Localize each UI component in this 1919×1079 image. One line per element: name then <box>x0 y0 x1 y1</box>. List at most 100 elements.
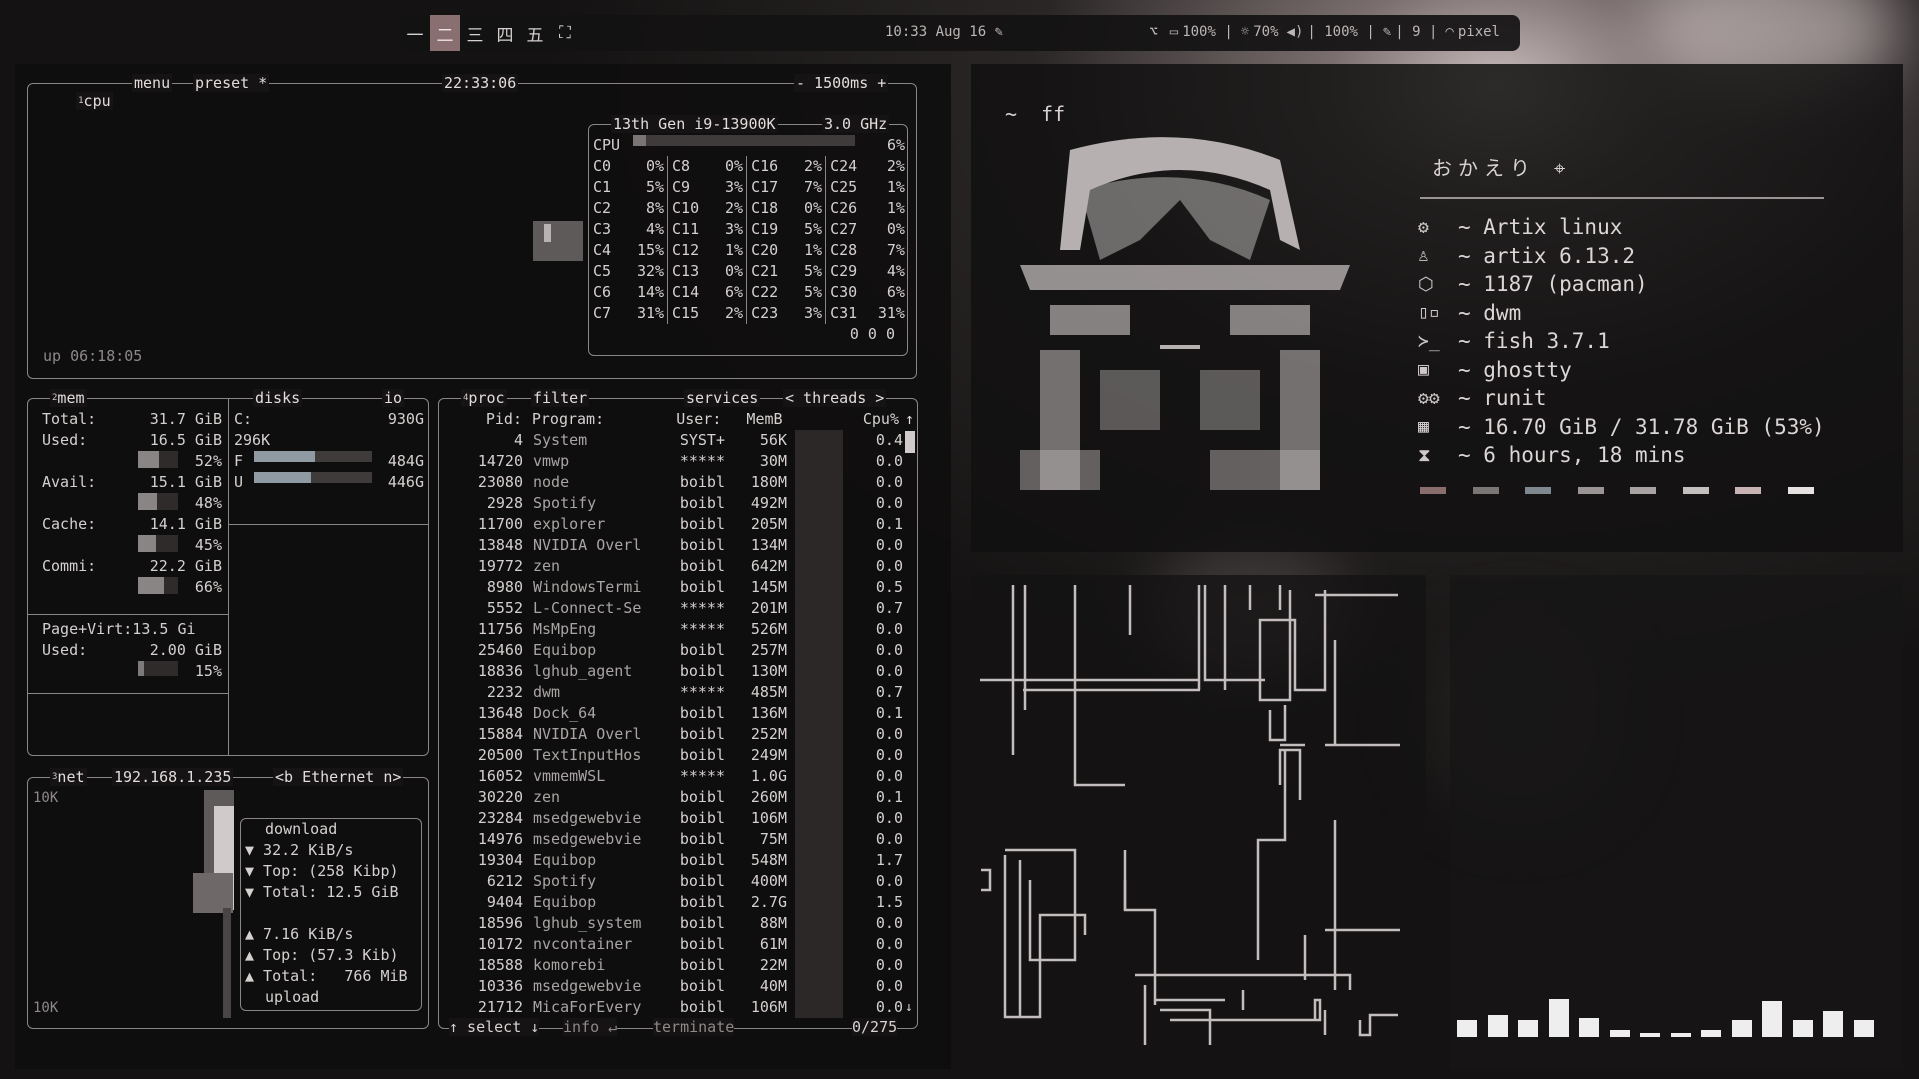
process-cpu: 0.0 <box>875 641 903 659</box>
cpu-core-row: C4 15% C12 1% C20 1% C28 7% <box>593 240 905 261</box>
info-button[interactable]: info ↵ <box>563 1017 618 1038</box>
process-row[interactable]: 4 System SYST+ 56K 0.4 <box>447 430 913 451</box>
process-cpu: 0.0 <box>875 536 903 554</box>
process-row[interactable]: 16052 vmmemWSL ***** 1.0G 0.0 <box>447 766 913 787</box>
net-box: 3net 192.168.1.235 <b Ethernet n> 10K 10… <box>27 768 429 1029</box>
workspace-5[interactable]: 五 <box>520 15 550 51</box>
mem-item-label: Cache: <box>42 515 97 533</box>
process-row[interactable]: 21712 MicaForEvery boibl 106M 0.0 <box>447 997 913 1018</box>
status-item[interactable]: ⌥ <box>1149 24 1161 40</box>
visualizer-bar <box>1579 1017 1599 1037</box>
status-item[interactable]: ◠ pixel <box>1445 24 1500 40</box>
mem-header[interactable]: MemB <box>721 409 782 430</box>
process-program: L-Connect-Se <box>533 599 642 617</box>
process-user: boibl <box>679 872 725 890</box>
core-usage: 3% <box>712 219 748 240</box>
process-row[interactable]: 11756 MsMpEng ***** 526M 0.0 <box>447 619 913 640</box>
process-row[interactable]: 20500 TextInputHos boibl 249M 0.0 <box>447 745 913 766</box>
process-row[interactable]: 15884 NVIDIA Overl boibl 252M 0.0 <box>447 724 913 745</box>
program-header[interactable]: Program: <box>532 409 650 430</box>
update-interval[interactable]: - 1500ms + <box>794 74 889 92</box>
net-stat-line: ▼ Top: (258 Kibp) <box>245 862 399 880</box>
status-item[interactable]: ✎ | 9 | <box>1383 24 1438 40</box>
workspace-4[interactable]: 四 <box>490 15 520 51</box>
page-virt-bar <box>138 661 178 676</box>
net-stat-line: ▲ Total: 766 MiB <box>245 967 408 985</box>
process-cpu: 0.0 <box>875 662 903 680</box>
disks-list: C: 930G 296K F 484G U 446G <box>234 409 424 493</box>
menu-button[interactable]: menu <box>132 74 173 92</box>
pid-header[interactable]: Pid: <box>447 409 522 430</box>
process-pid: 11700 <box>477 515 523 533</box>
net-stat-line: ▼ Total: 12.5 GiB <box>245 883 399 901</box>
process-row[interactable]: 8980 WindowsTermi boibl 145M 0.5 <box>447 577 913 598</box>
process-user: boibl <box>679 725 725 743</box>
process-user: SYST+ <box>679 431 725 449</box>
io-toggle[interactable]: io <box>382 389 405 407</box>
workspace-1[interactable]: 一 <box>400 15 430 51</box>
process-pid: 14720 <box>477 452 523 470</box>
process-row[interactable]: 18836 lghub_agent boibl 130M 0.0 <box>447 661 913 682</box>
process-user: boibl <box>679 746 725 764</box>
disk-c-label: C: <box>234 410 253 428</box>
status-item[interactable]: ◀) | 100% | <box>1287 24 1375 40</box>
process-program: NVIDIA Overl <box>533 536 642 554</box>
process-row[interactable]: 30220 zen boibl 260M 0.1 <box>447 787 913 808</box>
process-mem: 485M <box>750 683 787 701</box>
process-mem: 252M <box>750 725 787 743</box>
workspace-2[interactable]: 二 <box>430 15 460 51</box>
threads-toggle[interactable]: < threads > <box>783 389 887 407</box>
scroll-down-arrow[interactable]: ↓ <box>905 997 913 1018</box>
process-row[interactable]: 14720 vmwp ***** 30M 0.0 <box>447 451 913 472</box>
mem-item-pct: 45% <box>194 536 222 554</box>
upload-graph <box>223 908 231 1018</box>
status-item[interactable]: ☼ 70% <box>1241 24 1279 40</box>
process-row[interactable]: 2928 Spotify boibl 492M 0.0 <box>447 493 913 514</box>
system-info-text: ~ 6 hours, 18 mins <box>1458 443 1686 468</box>
process-row[interactable]: 18596 lghub_system boibl 88M 0.0 <box>447 913 913 934</box>
process-cpu: 0.0 <box>875 935 903 953</box>
interface-selector[interactable]: <b Ethernet n> <box>273 768 404 786</box>
process-row[interactable]: 13848 NVIDIA Overl boibl 134M 0.0 <box>447 535 913 556</box>
process-cpu: 0.7 <box>875 599 903 617</box>
process-row[interactable]: 18588 komorebi boibl 22M 0.0 <box>447 955 913 976</box>
core-label: C26 <box>830 199 858 217</box>
process-scrollbar[interactable] <box>905 431 915 453</box>
visualizer-bar <box>1853 1020 1874 1037</box>
select-button[interactable]: ↑ select ↓ <box>449 1017 540 1038</box>
mem-item-bar <box>138 493 178 510</box>
user-header[interactable]: User: <box>650 409 721 430</box>
process-row[interactable]: 23284 msedgewebvie boibl 106M 0.0 <box>447 808 913 829</box>
cpu-header[interactable]: Cpu% <box>840 409 899 430</box>
process-program: vmwp <box>533 452 570 470</box>
process-program: nvcontainer <box>533 935 633 953</box>
workspace-6[interactable]: ⛶ <box>550 15 580 51</box>
process-row[interactable]: 10336 msedgewebvie boibl 40M 0.0 <box>447 976 913 997</box>
status-item[interactable]: ▭ 100% | <box>1170 24 1233 40</box>
process-row[interactable]: 5552 L-Connect-Se ***** 201M 0.7 <box>447 598 913 619</box>
filter-button[interactable]: filter <box>531 389 590 407</box>
process-cpu-graph <box>795 682 843 703</box>
process-row[interactable]: 11700 explorer boibl 205M 0.1 <box>447 514 913 535</box>
process-row[interactable]: 14976 msedgewebvie boibl 75M 0.0 <box>447 829 913 850</box>
process-row[interactable]: 25460 Equibop boibl 257M 0.0 <box>447 640 913 661</box>
color-swatch <box>1787 487 1814 494</box>
process-pid: 10172 <box>477 935 523 953</box>
workspace-3[interactable]: 三 <box>460 15 490 51</box>
system-info-text: ~ Artix linux <box>1458 215 1623 240</box>
core-usage: 2% <box>791 156 827 177</box>
process-row[interactable]: 23080 node boibl 180M 0.0 <box>447 472 913 493</box>
process-row[interactable]: 6212 Spotify boibl 400M 0.0 <box>447 871 913 892</box>
process-table: Pid: Program: User: MemB Cpu% ↑ 4 System S… <box>447 409 914 1018</box>
status-text: 70% <box>1253 24 1279 40</box>
preset-button[interactable]: preset * <box>193 74 270 92</box>
process-row[interactable]: 9404 Equibop boibl 2.7G 1.5 <box>447 892 913 913</box>
process-row[interactable]: 2232 dwm ***** 485M 0.7 <box>447 682 913 703</box>
core-usage: 7% <box>791 177 827 198</box>
process-row[interactable]: 13648 Dock_64 boibl 136M 0.1 <box>447 703 913 724</box>
terminate-button[interactable]: terminate <box>653 1017 735 1038</box>
process-row[interactable]: 19304 Equibop boibl 548M 1.7 <box>447 850 913 871</box>
process-row[interactable]: 19772 zen boibl 642M 0.0 <box>447 556 913 577</box>
process-row[interactable]: 10172 nvcontainer boibl 61M 0.0 <box>447 934 913 955</box>
services-button[interactable]: services <box>684 389 761 407</box>
